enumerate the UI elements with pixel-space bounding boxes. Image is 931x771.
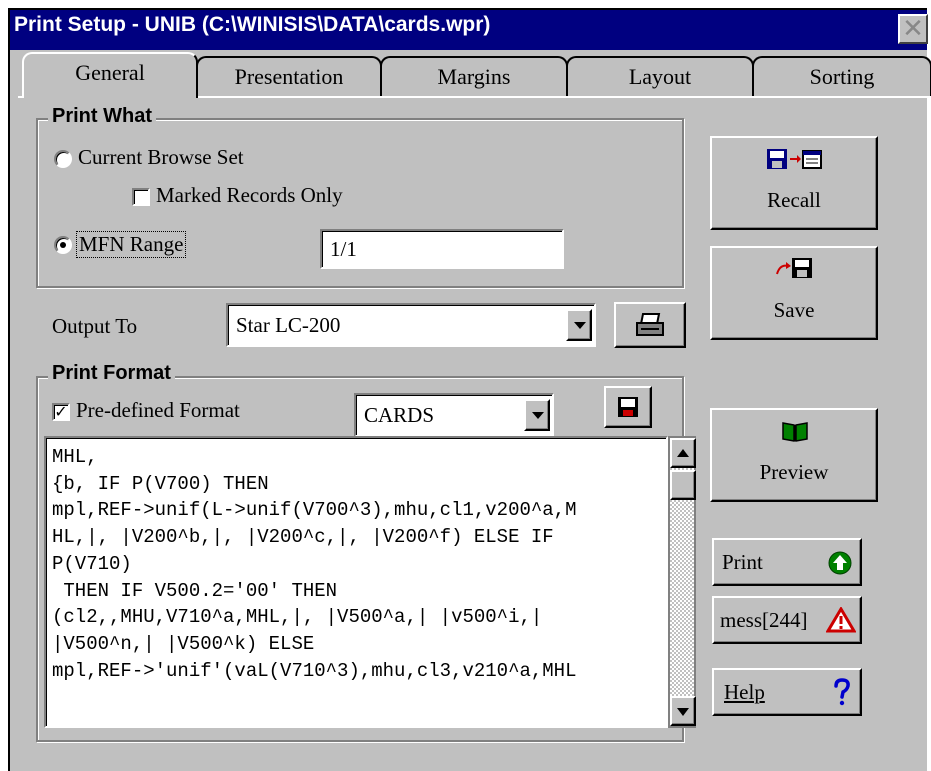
close-button[interactable]: ✕ [898,14,928,44]
save-button[interactable]: Save [710,246,878,340]
printer-setup-button[interactable] [614,302,686,348]
warning-triangle-icon [826,607,856,633]
help-button[interactable]: Help [712,668,862,716]
preview-button-label: Preview [759,460,829,484]
mfn-range-radio[interactable] [54,236,72,254]
predefined-format-checkbox[interactable]: ✓ [52,403,70,421]
save-format-button[interactable] [604,386,652,428]
window-title: Print Setup - UNIB (C:\WINISIS\DATA\card… [14,13,491,36]
print-button-label: Print [722,550,763,574]
print-button[interactable]: Print [712,538,862,586]
mfn-range-label[interactable]: MFN Range [76,231,187,258]
arrow-to-floppy-icon [776,258,812,278]
output-printer-dropdown-arrow[interactable] [566,309,592,341]
preview-button[interactable]: Preview [710,408,878,502]
tab-margins[interactable]: Margins [380,56,568,96]
marked-records-only-checkbox[interactable] [132,188,150,206]
marked-records-only-label[interactable]: Marked Records Only [156,183,343,208]
tab-presentation[interactable]: Presentation [196,56,382,96]
current-browse-set-label[interactable]: Current Browse Set [78,145,244,170]
print-what-label: Print What [48,105,156,128]
format-code-editor[interactable]: MHL, {b, IF P(V700) THEN mpl,REF->unif(L… [44,436,668,728]
green-up-arrow-icon [828,551,852,575]
predefined-format-label[interactable]: Pre-defined Format [76,398,240,423]
messages-button[interactable]: mess[244] [712,596,862,644]
print-format-label: Print Format [48,362,175,385]
format-name-dropdown-arrow[interactable] [524,399,550,431]
floppy-icon [618,397,638,417]
output-to-label: Output To [52,314,138,338]
tab-layout[interactable]: Layout [566,56,754,96]
recall-button-label: Recall [767,188,821,212]
tab-sorting[interactable]: Sorting [752,56,931,96]
scroll-up-button[interactable] [670,438,696,468]
arrow-up-icon [677,449,689,457]
floppy-to-window-icon [767,149,822,169]
scroll-thumb[interactable] [670,470,696,500]
output-printer-select[interactable]: Star LC-200 [226,303,596,347]
recall-button[interactable]: Recall [710,136,878,230]
tab-general[interactable]: General [22,52,198,98]
scroll-down-button[interactable] [670,696,696,726]
printer-icon [636,313,664,336]
help-button-label: Help [724,680,765,704]
arrow-down-icon [677,708,689,716]
save-button-label: Save [773,298,815,322]
question-mark-icon [834,678,850,706]
book-icon [782,422,808,442]
current-browse-set-radio[interactable] [54,150,72,168]
mfn-range-input[interactable]: 1/1 [320,229,564,269]
messages-button-label: mess[244] [720,608,808,632]
